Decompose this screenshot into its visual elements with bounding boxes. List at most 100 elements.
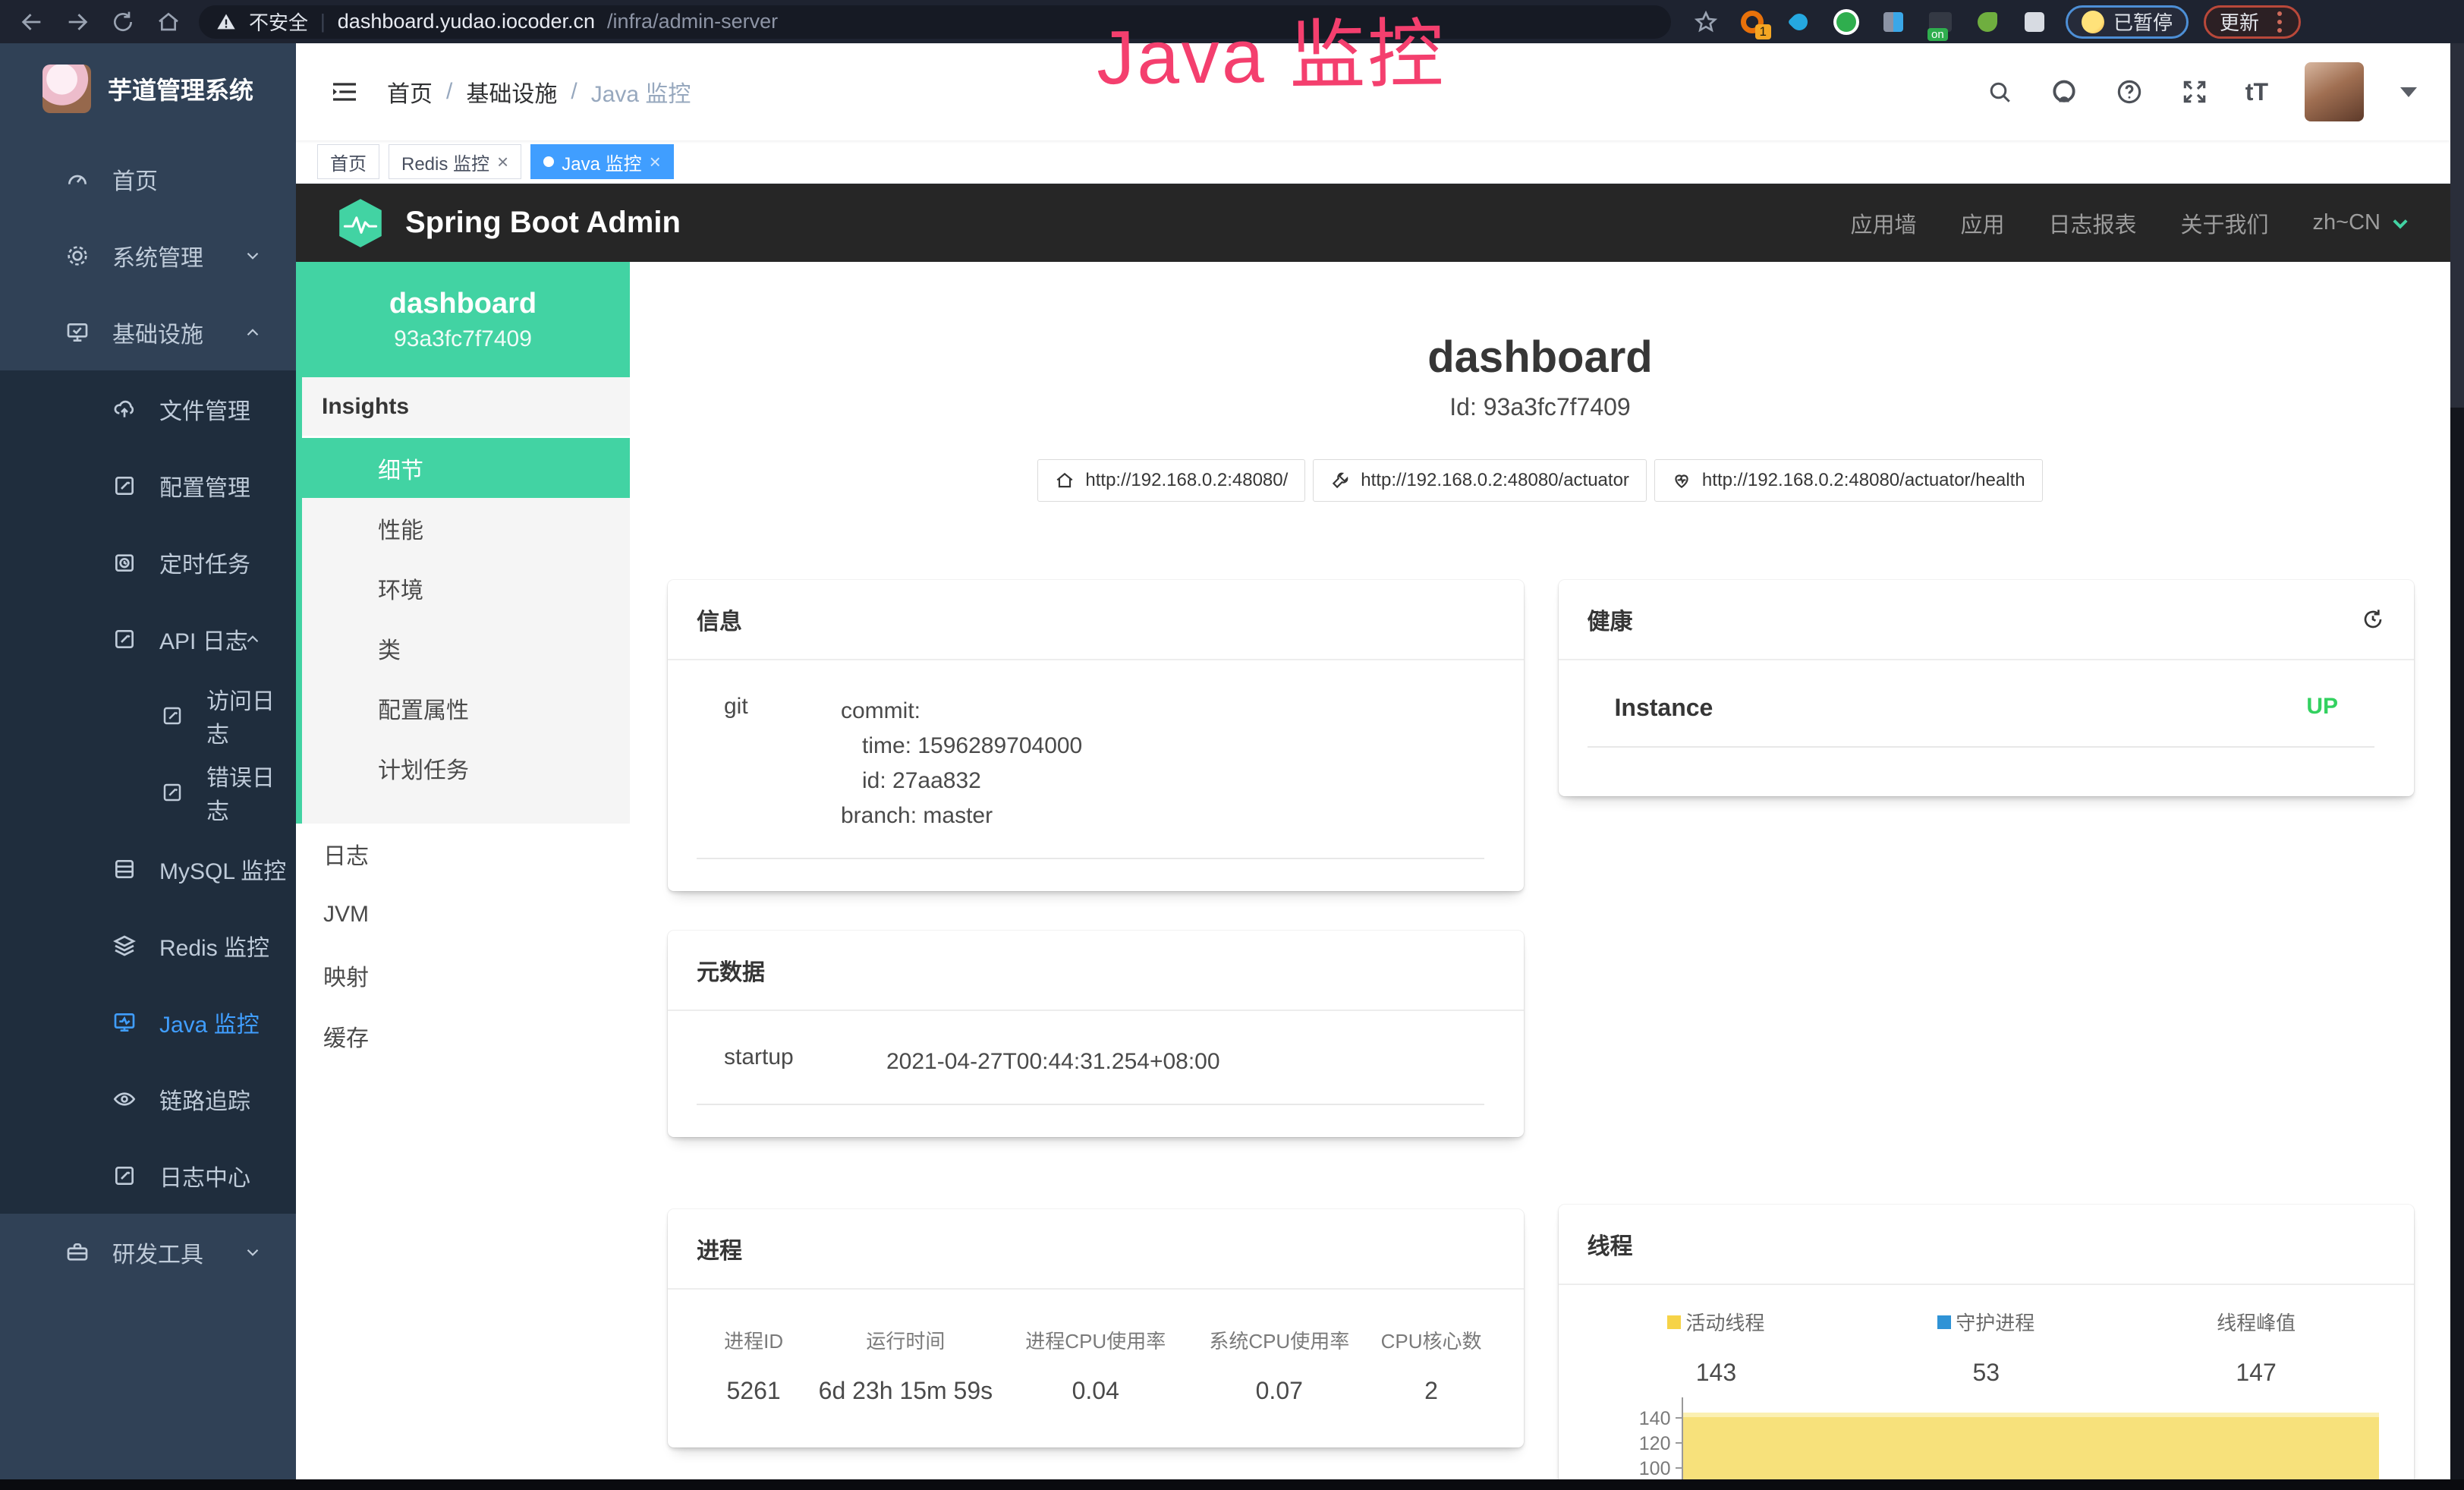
card-title: 元数据 (697, 953, 765, 987)
tag-java-monitor[interactable]: Java 监控 × (530, 144, 674, 179)
user-menu-caret-icon[interactable] (2400, 87, 2417, 97)
endpoint-actuator-link[interactable]: http://192.168.0.2:48080/actuator (1313, 459, 1647, 502)
sba-menu-scheduled[interactable]: 计划任务 (302, 738, 630, 798)
browser-forward-icon[interactable] (62, 7, 93, 37)
sba-menu-jvm[interactable]: JVM (296, 884, 630, 945)
browser-profile-button[interactable]: 已暂停 (2066, 5, 2189, 39)
sidebar-item-error-logs[interactable]: 错误日志 (0, 754, 296, 830)
sidebar-item-redis-monitor[interactable]: Redis 监控 (0, 907, 296, 984)
y-tick-100: 100 (1616, 1458, 1671, 1479)
sidebar-item-api-logs[interactable]: API 日志 (0, 600, 296, 677)
sidebar-item-infrastructure[interactable]: 基础设施 (0, 294, 296, 370)
breadcrumb-home[interactable]: 首页 (387, 75, 433, 109)
sidebar-item-scheduled-tasks[interactable]: 定时任务 (0, 524, 296, 600)
sba-nav-about[interactable]: 关于我们 (2181, 207, 2269, 239)
extension-grid-icon[interactable] (1877, 6, 1909, 38)
layers-icon (112, 934, 137, 958)
dashboard-icon (65, 167, 90, 191)
sba-brand-title[interactable]: Spring Boot Admin (405, 206, 681, 240)
y-tick-140: 140 (1616, 1408, 1671, 1430)
edit-icon (112, 474, 137, 498)
sidebar-item-log-center[interactable]: 日志中心 (0, 1137, 296, 1214)
info-git-row: git commit: time: 1596289704000 id: 27aa… (697, 694, 1484, 859)
sidebar-item-java-monitor[interactable]: Java 监控 (0, 984, 296, 1060)
extension-icon-1[interactable]: 1 (1736, 6, 1768, 38)
font-size-icon[interactable]: tT (2245, 78, 2268, 106)
extension-switch-icon[interactable]: on (1924, 6, 1956, 38)
close-icon[interactable]: × (650, 152, 661, 172)
sba-menu-logs[interactable]: 日志 (296, 824, 630, 884)
sba-menu-environment[interactable]: 环境 (302, 558, 630, 618)
history-icon[interactable] (2361, 607, 2385, 632)
github-icon[interactable] (2050, 77, 2079, 106)
sidebar-item-devtools[interactable]: 研发工具 (0, 1214, 296, 1290)
browser-reload-icon[interactable] (108, 7, 138, 37)
sidebar-item-home[interactable]: 首页 (0, 140, 296, 217)
daemon-threads-swatch (1937, 1315, 1951, 1329)
browser-update-button[interactable]: 更新 (2204, 5, 2301, 39)
browser-menu-icon[interactable] (2277, 20, 2282, 24)
sba-locale-select[interactable]: zh~CN (2313, 210, 2411, 235)
sba-menu-caches[interactable]: 缓存 (296, 1006, 630, 1066)
tags-view: 首页 Redis 监控 × Java 监控 × (296, 140, 2450, 184)
endpoint-home-link[interactable]: http://192.168.0.2:48080/ (1037, 459, 1305, 502)
process-pid: 5261 (697, 1377, 810, 1405)
browser-back-icon[interactable] (17, 7, 47, 37)
endpoint-health-link[interactable]: http://192.168.0.2:48080/actuator/health (1654, 459, 2043, 502)
address-bar[interactable]: 不安全 | dashboard.yudao.iocoder.cn/infra/a… (199, 5, 1671, 39)
y-tick-120: 120 (1616, 1433, 1671, 1455)
sba-menu-mappings[interactable]: 映射 (296, 945, 630, 1006)
metadata-startup-row: startup 2021-04-27T00:44:31.254+08:00 (697, 1044, 1484, 1105)
active-dot (543, 156, 554, 167)
sba-nav-journal[interactable]: 日志报表 (2049, 207, 2137, 239)
browser-home-icon[interactable] (153, 7, 184, 37)
gear-icon (65, 244, 90, 268)
help-icon[interactable] (2115, 77, 2144, 106)
extension-puzzle-icon[interactable] (2019, 6, 2050, 38)
instance-name: dashboard (389, 288, 537, 320)
screen-icon (112, 1010, 137, 1035)
info-key: git (697, 694, 841, 833)
sba-nav-wallboard[interactable]: 应用墙 (1850, 207, 1916, 239)
info-value: commit: time: 1596289704000 id: 27aa832 … (841, 694, 1082, 833)
sba-menu-details[interactable]: 细节 (302, 438, 630, 498)
tag-redis-monitor[interactable]: Redis 监控 × (389, 144, 521, 179)
sba-menu-classes[interactable]: 类 (302, 618, 630, 678)
extension-leaf-icon[interactable] (1972, 6, 2003, 38)
breadcrumb-infrastructure[interactable]: 基础设施 (466, 75, 557, 109)
sidebar-item-system[interactable]: 系统管理 (0, 217, 296, 294)
sba-menu-metrics[interactable]: 性能 (302, 498, 630, 558)
chevron-down-icon (2390, 213, 2411, 234)
fullscreen-icon[interactable] (2180, 77, 2209, 106)
sidebar-item-mysql-monitor[interactable]: MySQL 监控 (0, 830, 296, 907)
navbar-actions: tT (1986, 62, 2417, 121)
bookmark-star-icon[interactable] (1691, 7, 1721, 37)
extension-pin-icon[interactable] (1783, 6, 1815, 38)
sidebar-item-file-management[interactable]: 文件管理 (0, 370, 296, 447)
sba-instance-header[interactable]: dashboard 93a3fc7f7409 (296, 262, 630, 377)
monitor-check-icon (65, 320, 90, 345)
hamburger-icon[interactable] (329, 77, 360, 107)
search-icon[interactable] (1986, 78, 2013, 106)
extension-badge: 1 (1755, 24, 1771, 39)
page-scrollbar[interactable] (2450, 43, 2464, 1479)
sba-nav-applications[interactable]: 应用 (1961, 207, 2005, 239)
card-title: 进程 (697, 1232, 742, 1265)
schedule-icon (112, 550, 137, 575)
chevron-down-icon (243, 246, 263, 266)
close-icon[interactable]: × (497, 152, 508, 172)
cloud-upload-icon (112, 397, 137, 421)
sidebar-item-tracing[interactable]: 链路追踪 (0, 1060, 296, 1137)
scrollbar-thumb[interactable] (2450, 43, 2464, 408)
status-badge: UP (2306, 694, 2374, 722)
live-threads-swatch (1667, 1315, 1681, 1329)
user-avatar[interactable] (2305, 62, 2364, 121)
main-area: 首页 / 基础设施 / Java 监控 (296, 43, 2450, 1479)
security-label[interactable]: 不安全 (249, 8, 308, 36)
extension-icon-2[interactable] (1830, 6, 1862, 38)
sidebar-item-config-management[interactable]: 配置管理 (0, 447, 296, 524)
sidebar-item-access-logs[interactable]: 访问日志 (0, 677, 296, 754)
app-logo-row[interactable]: 芋道管理系统 (0, 43, 296, 134)
sba-menu-config-props[interactable]: 配置属性 (302, 678, 630, 738)
tag-home[interactable]: 首页 (317, 144, 379, 179)
